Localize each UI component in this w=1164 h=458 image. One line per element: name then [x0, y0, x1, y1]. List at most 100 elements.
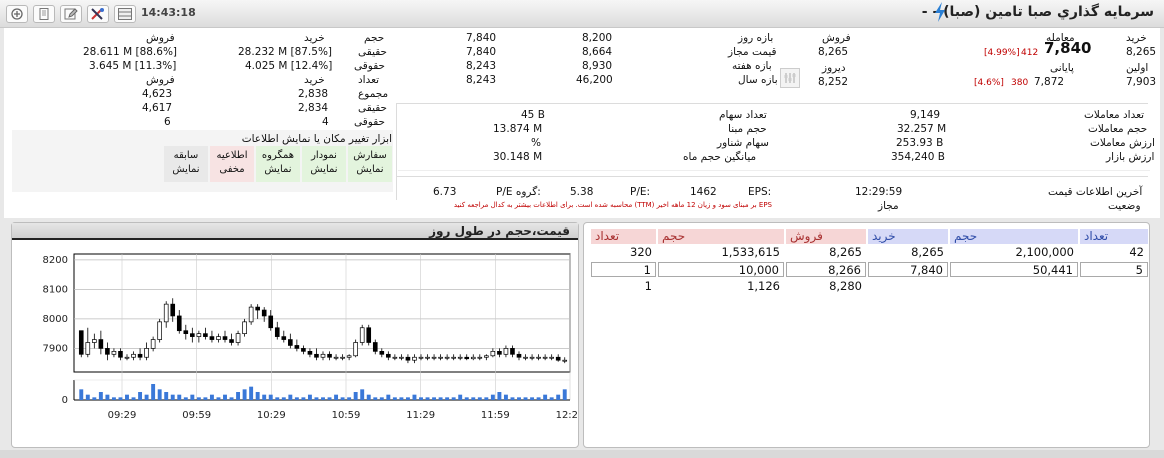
sell-label: فروش — [822, 32, 851, 44]
ob-sell-count[interactable]: 1 — [591, 262, 656, 277]
grid-icon[interactable] — [114, 5, 136, 23]
eps-note: EPS بر مبنای سود و زیان 12 ماهه اخیر (TT… — [453, 201, 772, 209]
ob-buy-count[interactable]: 42 — [1080, 245, 1148, 260]
ob-buy-price[interactable]: 8,265 — [868, 245, 948, 260]
volume-bar — [255, 392, 260, 400]
volume-bar — [392, 397, 397, 400]
y-tick-label: 8000 — [43, 314, 68, 325]
trades-count-value: 9,149 — [910, 109, 941, 121]
candle-body — [431, 356, 437, 359]
candle-body — [248, 306, 254, 323]
trades-value-value: 253.93 B — [896, 137, 944, 149]
first-label: اولین — [1126, 62, 1149, 74]
candle-body — [144, 348, 149, 358]
document-icon[interactable] — [33, 5, 55, 23]
ob-buy-volume[interactable]: 2,100,000 — [950, 245, 1078, 260]
x-tick-label: 10:29 — [257, 410, 286, 421]
candle-body — [78, 330, 84, 355]
candle-body — [170, 303, 176, 317]
candle-body — [340, 356, 345, 359]
group-pe-value: 6.73 — [433, 186, 457, 198]
volume-bar — [170, 394, 175, 400]
candle-body — [163, 303, 169, 323]
ob-sell-volume[interactable]: 10,000 — [658, 262, 784, 277]
clock-time: 14:43:18 — [141, 6, 196, 19]
volume-bar — [307, 394, 312, 400]
edit-icon[interactable] — [60, 5, 82, 23]
ob-buy-price[interactable] — [868, 279, 948, 294]
volume-bar — [523, 397, 528, 400]
holders-count-label: تعداد — [358, 74, 380, 86]
allowed-range-high: 8,664 — [582, 46, 613, 58]
candle-body — [216, 336, 221, 340]
holders-real-sell: 28.611 M [88.6%] — [83, 46, 178, 58]
ob-sell-price[interactable]: 8,265 — [786, 245, 866, 260]
lightning-icon[interactable] — [933, 2, 947, 22]
tools-icon[interactable] — [87, 5, 109, 23]
ob-buy-count[interactable] — [1080, 279, 1148, 294]
candle-body — [320, 353, 326, 358]
volume-bar — [105, 394, 110, 400]
allowed-range-low: 7,840 — [466, 46, 497, 58]
tool-notices-toggle[interactable]: اطلاعیه مخفی — [210, 146, 254, 182]
volume-bar — [432, 397, 437, 400]
candle-body — [353, 342, 358, 357]
candle-body — [261, 309, 267, 317]
eps-label: EPS: — [748, 186, 772, 198]
holders-legal-count-label: حقوقی — [354, 116, 385, 128]
volume-bar — [321, 397, 325, 400]
avg-month-volume-label: میانگین حجم ماه — [683, 151, 757, 163]
tool-history-toggle[interactable]: سابقه نمایش — [164, 146, 208, 182]
x-tick-label: 11:59 — [481, 410, 510, 421]
ob-sell-volume[interactable]: 1,126 — [658, 279, 784, 294]
volume-bar — [490, 394, 495, 400]
holders-real-label: حقیقی — [358, 46, 388, 58]
candle-body — [346, 355, 352, 358]
volume-bar — [268, 394, 273, 400]
volume-bar — [543, 394, 548, 400]
volume-bar — [183, 397, 188, 400]
tool-peers-toggle[interactable]: همگروه نمایش — [256, 146, 300, 182]
candle-body — [549, 356, 554, 359]
volume-bar — [517, 397, 521, 400]
trade-value: 7,840 — [1044, 39, 1092, 57]
candle-body — [176, 315, 182, 332]
chart-settings-icon[interactable] — [780, 68, 800, 88]
candle-body — [196, 333, 202, 337]
volume-bar — [223, 394, 227, 400]
ob-sell-price[interactable]: 8,280 — [786, 279, 866, 294]
window-title: سرمایه گذاري صبا تامین (صبا) - - — [921, 4, 1154, 20]
candle-body — [85, 342, 91, 355]
holders-sell-header: فروش — [146, 32, 175, 44]
volume-bar — [151, 384, 156, 400]
ob-buy-volume[interactable]: 50,441 — [950, 262, 1078, 277]
ob-buy-volume[interactable] — [950, 279, 1078, 294]
candle-body — [209, 336, 215, 340]
volume-bar — [347, 397, 352, 400]
ob-sell-count[interactable]: 1 — [591, 279, 656, 294]
candle-body — [157, 321, 162, 340]
group-pe-label: P/E گروه: — [496, 186, 541, 198]
candle-body — [242, 321, 247, 334]
holders-real-count-buy: 2,834 — [298, 102, 329, 114]
ob-buy-volume-header: حجم — [950, 229, 1078, 244]
final-change: 380 — [1011, 78, 1029, 88]
price-volume-chart[interactable]: 7900 8000 8100 8200 09:29 09:59 10:29 10:59 11:2… — [12, 242, 578, 426]
ob-buy-count[interactable]: 5 — [1080, 262, 1148, 277]
ob-sell-count[interactable]: 320 — [591, 245, 656, 260]
volume-bar — [92, 397, 97, 400]
candle-body — [274, 327, 280, 337]
tool-chart-toggle[interactable]: نمودار نمایش — [302, 146, 346, 182]
ob-buy-price[interactable]: 7,840 — [868, 262, 948, 277]
volume-bar — [203, 397, 208, 400]
candle-body — [555, 356, 561, 361]
add-icon[interactable] — [6, 5, 28, 23]
ob-sell-price[interactable]: 8,266 — [786, 262, 866, 277]
volume-bar — [399, 397, 404, 400]
tool-order-toggle[interactable]: سفارش نمایش — [348, 146, 392, 182]
candle-body — [444, 356, 450, 359]
float-value: % — [531, 137, 541, 149]
ob-sell-volume[interactable]: 1,533,615 — [658, 245, 784, 260]
tool-notices-name: اطلاعیه — [216, 150, 248, 161]
volume-bar — [229, 397, 234, 400]
